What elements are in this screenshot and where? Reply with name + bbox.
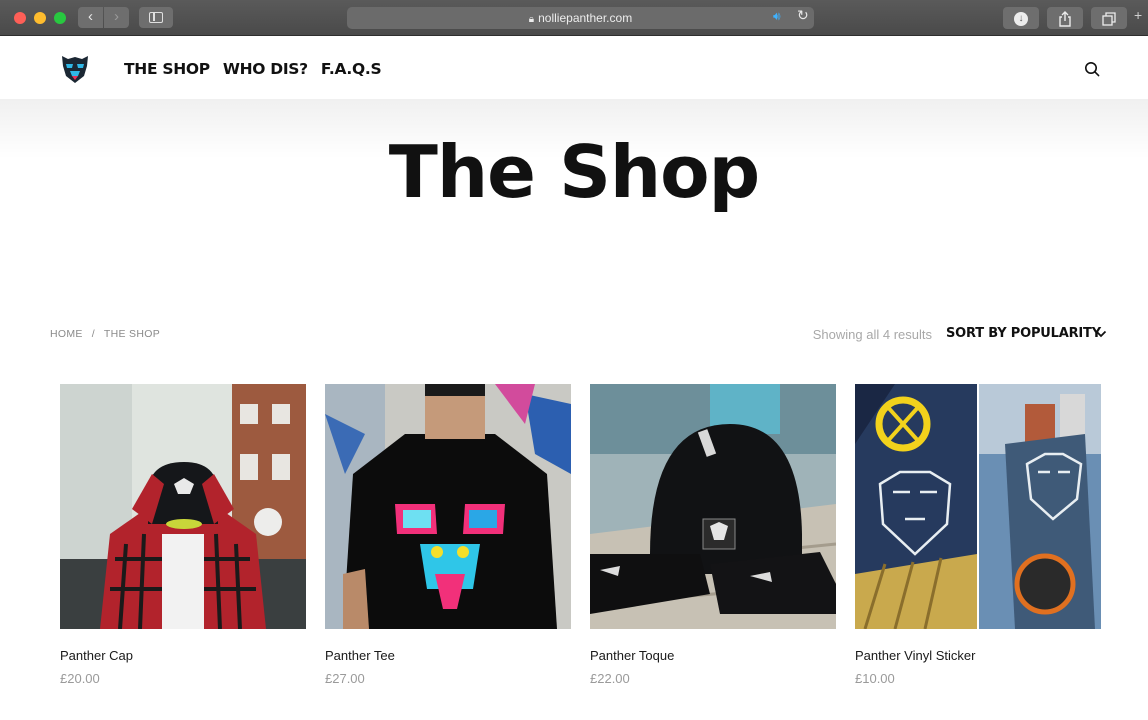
chevron-right-icon: › — [114, 8, 119, 25]
minimize-window-button[interactable] — [34, 12, 46, 24]
product-name[interactable]: Panther Vinyl Sticker — [855, 648, 1101, 663]
main-nav: THE SHOP WHO DIS? F.A.Q.S — [124, 60, 382, 78]
product-price: £20.00 — [60, 671, 100, 686]
product-name[interactable]: Panther Toque — [590, 648, 836, 663]
product-card[interactable]: Panther Tee £27.00 — [325, 384, 571, 686]
address-bar[interactable]: 🔒︎ nolliepanther.com — [347, 7, 814, 29]
new-tab-button[interactable]: + — [1134, 7, 1148, 29]
page-title: The Shop — [388, 130, 760, 214]
breadcrumb-current: THE SHOP — [103, 328, 160, 340]
results-count: Showing all 4 results — [812, 327, 932, 342]
zoom-window-button[interactable] — [54, 12, 66, 24]
download-icon: ↓ — [1014, 11, 1028, 26]
breadcrumb: HOME / THE SHOP — [50, 328, 160, 340]
product-name[interactable]: Panther Cap — [60, 648, 306, 663]
forward-button[interactable]: › — [104, 7, 129, 28]
product-card[interactable]: Panther Cap £20.00 — [60, 384, 306, 686]
close-window-button[interactable] — [14, 12, 26, 24]
panther-logo-icon[interactable] — [59, 52, 91, 86]
share-icon — [1059, 10, 1071, 27]
back-button[interactable]: ‹ — [78, 7, 103, 28]
chevron-left-icon: ‹ — [88, 8, 93, 25]
search-icon[interactable] — [1084, 61, 1100, 77]
show-tabs-button[interactable] — [1091, 7, 1127, 29]
url-text: nolliepanther.com — [538, 11, 633, 25]
sidebar-toggle-button[interactable] — [139, 7, 173, 28]
reload-icon[interactable]: ↻ — [797, 7, 809, 24]
share-button[interactable] — [1047, 7, 1083, 29]
nav-faqs[interactable]: F.A.Q.S — [321, 60, 382, 78]
sidebar-icon — [149, 12, 163, 23]
downloads-button[interactable]: ↓ — [1003, 7, 1039, 29]
product-image-cap[interactable] — [60, 384, 306, 629]
product-price: £10.00 — [855, 671, 895, 686]
site-header: THE SHOP WHO DIS? F.A.Q.S — [0, 37, 1148, 99]
product-image-tee[interactable] — [325, 384, 571, 629]
audio-playing-icon[interactable]: 🔊︎ — [773, 9, 781, 24]
breadcrumb-separator: / — [91, 328, 95, 340]
product-image-toque[interactable] — [590, 384, 836, 629]
product-name[interactable]: Panther Tee — [325, 648, 571, 663]
breadcrumb-home[interactable]: HOME — [50, 328, 83, 340]
tabs-icon — [1102, 11, 1116, 26]
product-price: £22.00 — [590, 671, 630, 686]
lock-icon: 🔒︎ — [528, 14, 535, 25]
nav-who-dis[interactable]: WHO DIS? — [223, 60, 308, 78]
browser-toolbar: ‹ › 🔒︎ nolliepanther.com 🔊︎ ↻ ↓ + — [0, 0, 1148, 36]
chevron-down-icon[interactable] — [1095, 329, 1107, 339]
nav-the-shop[interactable]: THE SHOP — [124, 60, 210, 78]
sort-dropdown[interactable]: SORT BY POPULARITY — [946, 326, 1101, 341]
product-card[interactable]: Panther Toque £22.00 — [590, 384, 836, 686]
product-card[interactable]: Panther Vinyl Sticker £10.00 — [855, 384, 1101, 686]
product-price: £27.00 — [325, 671, 365, 686]
product-image-sticker[interactable] — [855, 384, 1101, 629]
